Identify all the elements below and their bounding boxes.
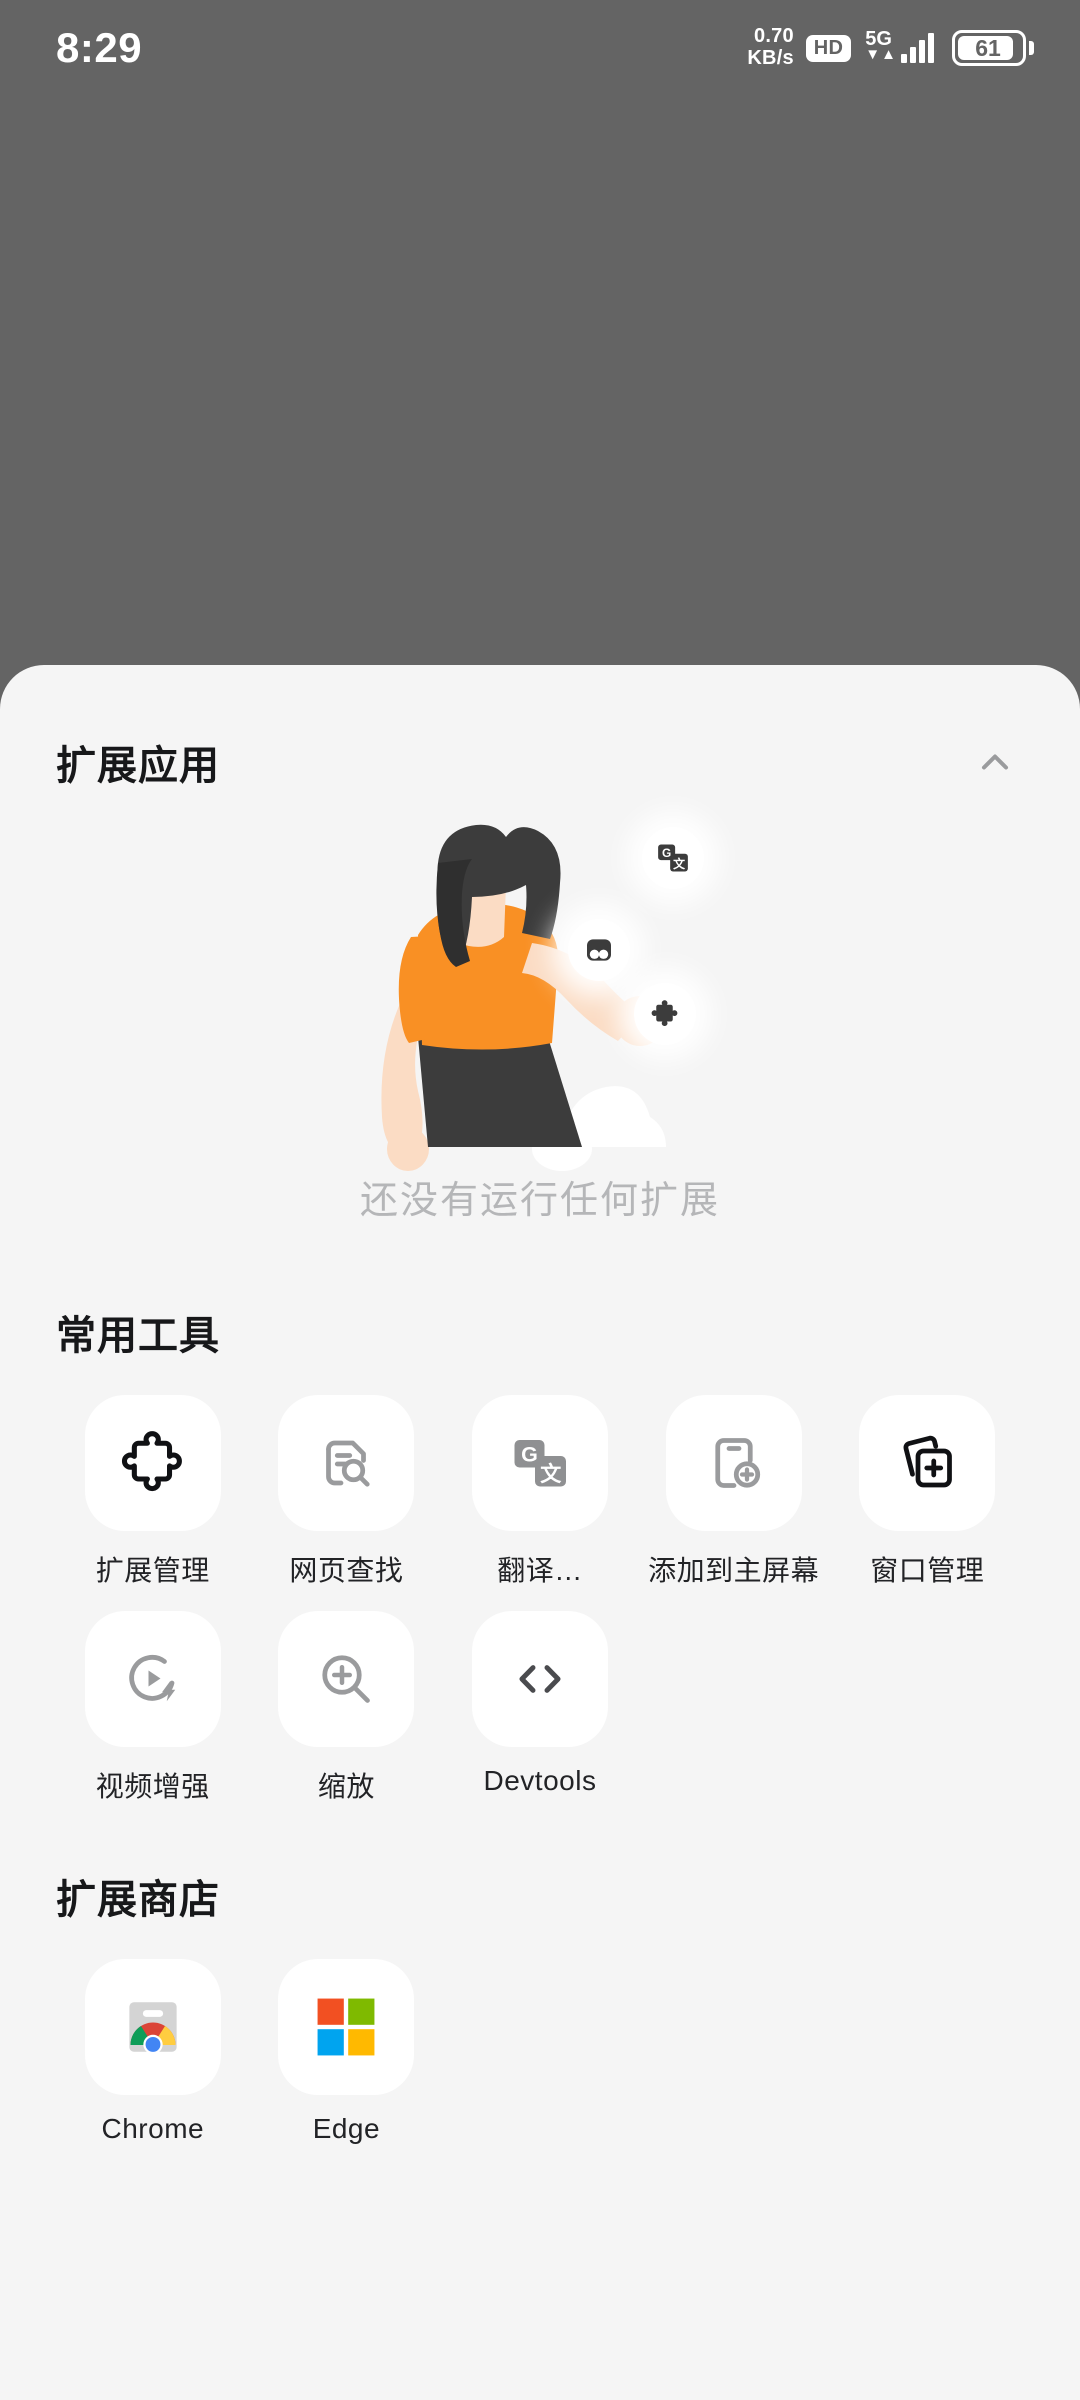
network-speed-value: 0.70 (754, 25, 794, 48)
tools-grid: 扩展管理 网页查找 G 文 翻译… 添加到主屏幕 窗口管理 视频增强 缩放 De… (56, 1395, 1024, 1805)
extensions-bottom-sheet: 扩展应用 G 文 还没有运行任何扩展 常用工具 扩展管理 网页查找 G 文 翻译… (0, 665, 1080, 2400)
status-indicators: 0.70 KB/s HD 5G ▼ ▲ 61 (747, 26, 1034, 69)
signal-bars-icon (901, 33, 934, 63)
extensions-section-header: 扩展应用 (56, 665, 1024, 797)
status-clock: 8:29 (56, 24, 143, 71)
battery-icon: 61 (952, 30, 1034, 66)
tool-item-devtools[interactable]: Devtools (443, 1611, 637, 1805)
tool-icon-tile (471, 1611, 608, 1747)
chrome-webstore-icon (129, 2002, 177, 2055)
tool-item-add-to-homescreen[interactable]: 添加到主屏幕 (637, 1395, 831, 1589)
tool-item-page-find[interactable]: 网页查找 (250, 1395, 444, 1589)
extensions-empty-state: G 文 还没有运行任何扩展 (56, 817, 1024, 1237)
code-brackets-icon (519, 1665, 561, 1693)
tool-icon-tile (278, 1395, 415, 1531)
tool-label: 扩展管理 (95, 1555, 210, 1586)
tool-label: 添加到主屏幕 (648, 1555, 820, 1586)
tool-label: 翻译… (497, 1555, 583, 1586)
network-speed-indicator: 0.70 KB/s (747, 26, 793, 69)
tool-icon-tile (859, 1395, 996, 1531)
empty-state-text: 还没有运行任何扩展 (359, 1180, 720, 1222)
store-icon-tile (278, 1959, 415, 2095)
tool-item-translate[interactable]: G 文 翻译… (443, 1395, 637, 1589)
floating-translate-badge: G 文 (642, 827, 704, 889)
document-search-icon (326, 1440, 371, 1487)
status-bar: 8:29 0.70 KB/s HD 5G ▼ ▲ 61 (0, 0, 1080, 96)
puzzle-piece-icon (121, 1431, 182, 1492)
store-item-edge[interactable]: Edge (250, 1959, 444, 2145)
store-grid: Chrome Edge (56, 1959, 1024, 2145)
collapse-button[interactable] (960, 727, 1030, 797)
tool-item-extension-manager[interactable]: 扩展管理 (56, 1395, 250, 1589)
store-section-title: 扩展商店 (56, 1878, 220, 1922)
tool-item-zoom[interactable]: 缩放 (250, 1611, 444, 1805)
tool-label: 网页查找 (289, 1555, 404, 1586)
translate-icon: G 文 (514, 1440, 566, 1487)
tools-section-title: 常用工具 (56, 1314, 220, 1358)
microsoft-edge-addons-icon (317, 1998, 375, 2056)
battery-percent-label: 61 (975, 34, 1001, 61)
hd-badge-icon: HD (805, 34, 852, 62)
zoom-in-icon (322, 1655, 371, 1703)
video-boost-icon (129, 1655, 176, 1702)
tool-label: 缩放 (317, 1771, 375, 1802)
store-label: Chrome (101, 2113, 205, 2144)
floating-adblock-badge (568, 919, 630, 981)
translate-icon: G 文 (658, 844, 688, 872)
svg-text:G: G (662, 846, 671, 860)
signal-strength-icon: 5G ▼ ▲ (863, 29, 934, 63)
floating-puzzle-badge (634, 983, 696, 1045)
tool-label: 视频增强 (95, 1771, 210, 1802)
window-manager-icon (903, 1435, 953, 1488)
add-to-homescreen-icon (714, 1438, 760, 1488)
tool-item-video-boost[interactable]: 视频增强 (56, 1611, 250, 1805)
tool-icon-tile (84, 1611, 221, 1747)
tool-icon-tile (665, 1395, 802, 1531)
svg-text:G: G (521, 1442, 538, 1466)
svg-text:文: 文 (673, 857, 685, 871)
puzzle-piece-icon (651, 1000, 678, 1026)
tool-label: Devtools (483, 1765, 597, 1796)
tool-item-window-manager[interactable]: 窗口管理 (830, 1395, 1024, 1589)
tool-icon-tile (278, 1611, 415, 1747)
network-speed-unit: KB/s (747, 47, 794, 69)
empty-state-illustration: G 文 (310, 817, 770, 1182)
tool-icon-tile (84, 1395, 221, 1531)
tool-label: 窗口管理 (870, 1555, 985, 1586)
chevron-up-icon (981, 754, 1009, 770)
store-label: Edge (312, 2113, 381, 2144)
extensions-section-title: 扩展应用 (56, 744, 220, 788)
store-icon-tile (84, 1959, 221, 2095)
store-item-chrome[interactable]: Chrome (56, 1959, 250, 2145)
tool-icon-tile: G 文 (471, 1395, 608, 1531)
network-type-label: 5G (865, 28, 892, 50)
adblock-icon (587, 939, 611, 961)
svg-text:文: 文 (540, 1462, 562, 1486)
